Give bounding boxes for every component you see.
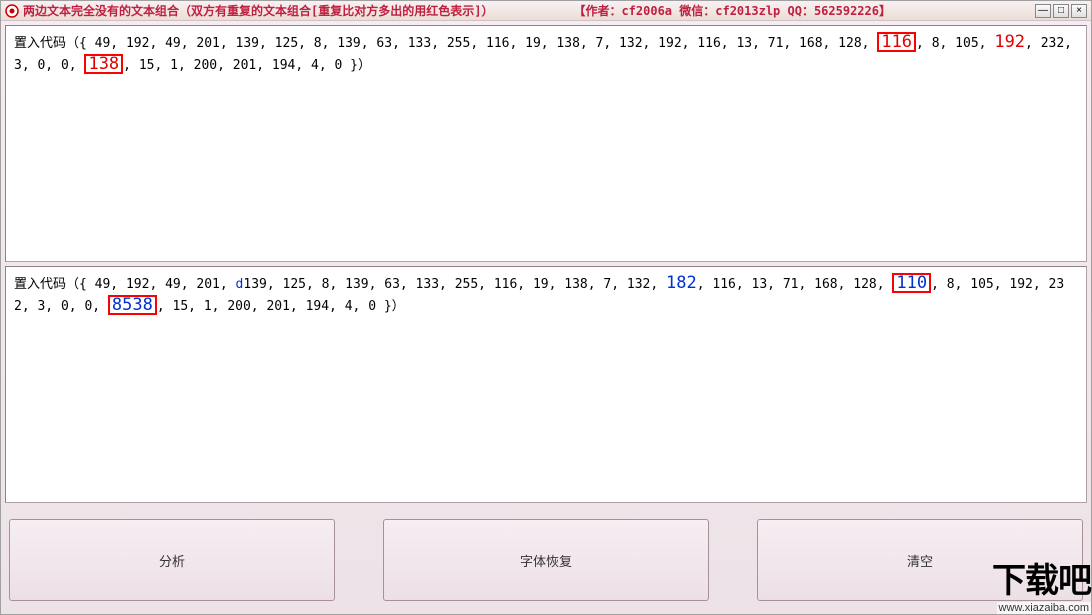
maximize-button[interactable]: □ <box>1053 4 1069 18</box>
app-icon <box>5 4 19 18</box>
window-title: 两边文本完全没有的文本组合（双方有重复的文本组合[重复比对方多出的用红色表示]） <box>23 2 493 19</box>
bottom-suffix: , 15, 1, 200, 201, 194, 4, 0 }） <box>157 299 405 314</box>
analyze-button[interactable]: 分析 <box>9 519 335 601</box>
bottom-blue-1: 182 <box>666 273 697 293</box>
restore-font-button[interactable]: 字体恢复 <box>383 519 709 601</box>
watermark-url: www.xiazaiba.com <box>997 602 1091 614</box>
top-text-prefix: 置入代码（{ 49, 192, 49, 201, 139, 125, 8, 13… <box>14 36 877 51</box>
window-author: 【作者：cf2006a 微信：cf2013zlp QQ：562592226】 <box>573 2 891 19</box>
button-row: 分析 字体恢复 清空 <box>5 507 1087 605</box>
bottom-prefix: 置入代码（{ 49, 192, 49, 201, <box>14 277 236 292</box>
top-suffix: , 15, 1, 200, 201, 194, 4, 0 }） <box>123 58 371 73</box>
content-area: 置入代码（{ 49, 192, 49, 201, 139, 125, 8, 13… <box>1 21 1091 609</box>
main-window: 两边文本完全没有的文本组合（双方有重复的文本组合[重复比对方多出的用红色表示]）… <box>0 0 1092 615</box>
top-box-2: 138 <box>84 54 123 74</box>
top-mid1: , 8, 105, <box>916 36 994 51</box>
watermark-logo: 下载吧 <box>992 553 1091 602</box>
bottom-mid1: , 116, 13, 71, 168, 128, <box>697 277 893 292</box>
watermark: 下载吧 www.xiazaiba.com <box>992 553 1091 614</box>
top-box-1: 116 <box>877 32 916 52</box>
bottom-box-1: 110 <box>892 273 931 293</box>
minimize-button[interactable]: — <box>1035 4 1051 18</box>
window-controls: — □ × <box>1035 4 1087 18</box>
top-text-pane[interactable]: 置入代码（{ 49, 192, 49, 201, 139, 125, 8, 13… <box>5 25 1087 262</box>
close-button[interactable]: × <box>1071 4 1087 18</box>
bottom-box-2: 8538 <box>108 295 157 315</box>
bottom-mid0: 139, 125, 8, 139, 63, 133, 255, 116, 19,… <box>243 277 666 292</box>
bottom-text-pane[interactable]: 置入代码（{ 49, 192, 49, 201, d139, 125, 8, 1… <box>5 266 1087 503</box>
top-red-1: 192 <box>994 32 1025 52</box>
titlebar: 两边文本完全没有的文本组合（双方有重复的文本组合[重复比对方多出的用红色表示]）… <box>1 1 1091 21</box>
